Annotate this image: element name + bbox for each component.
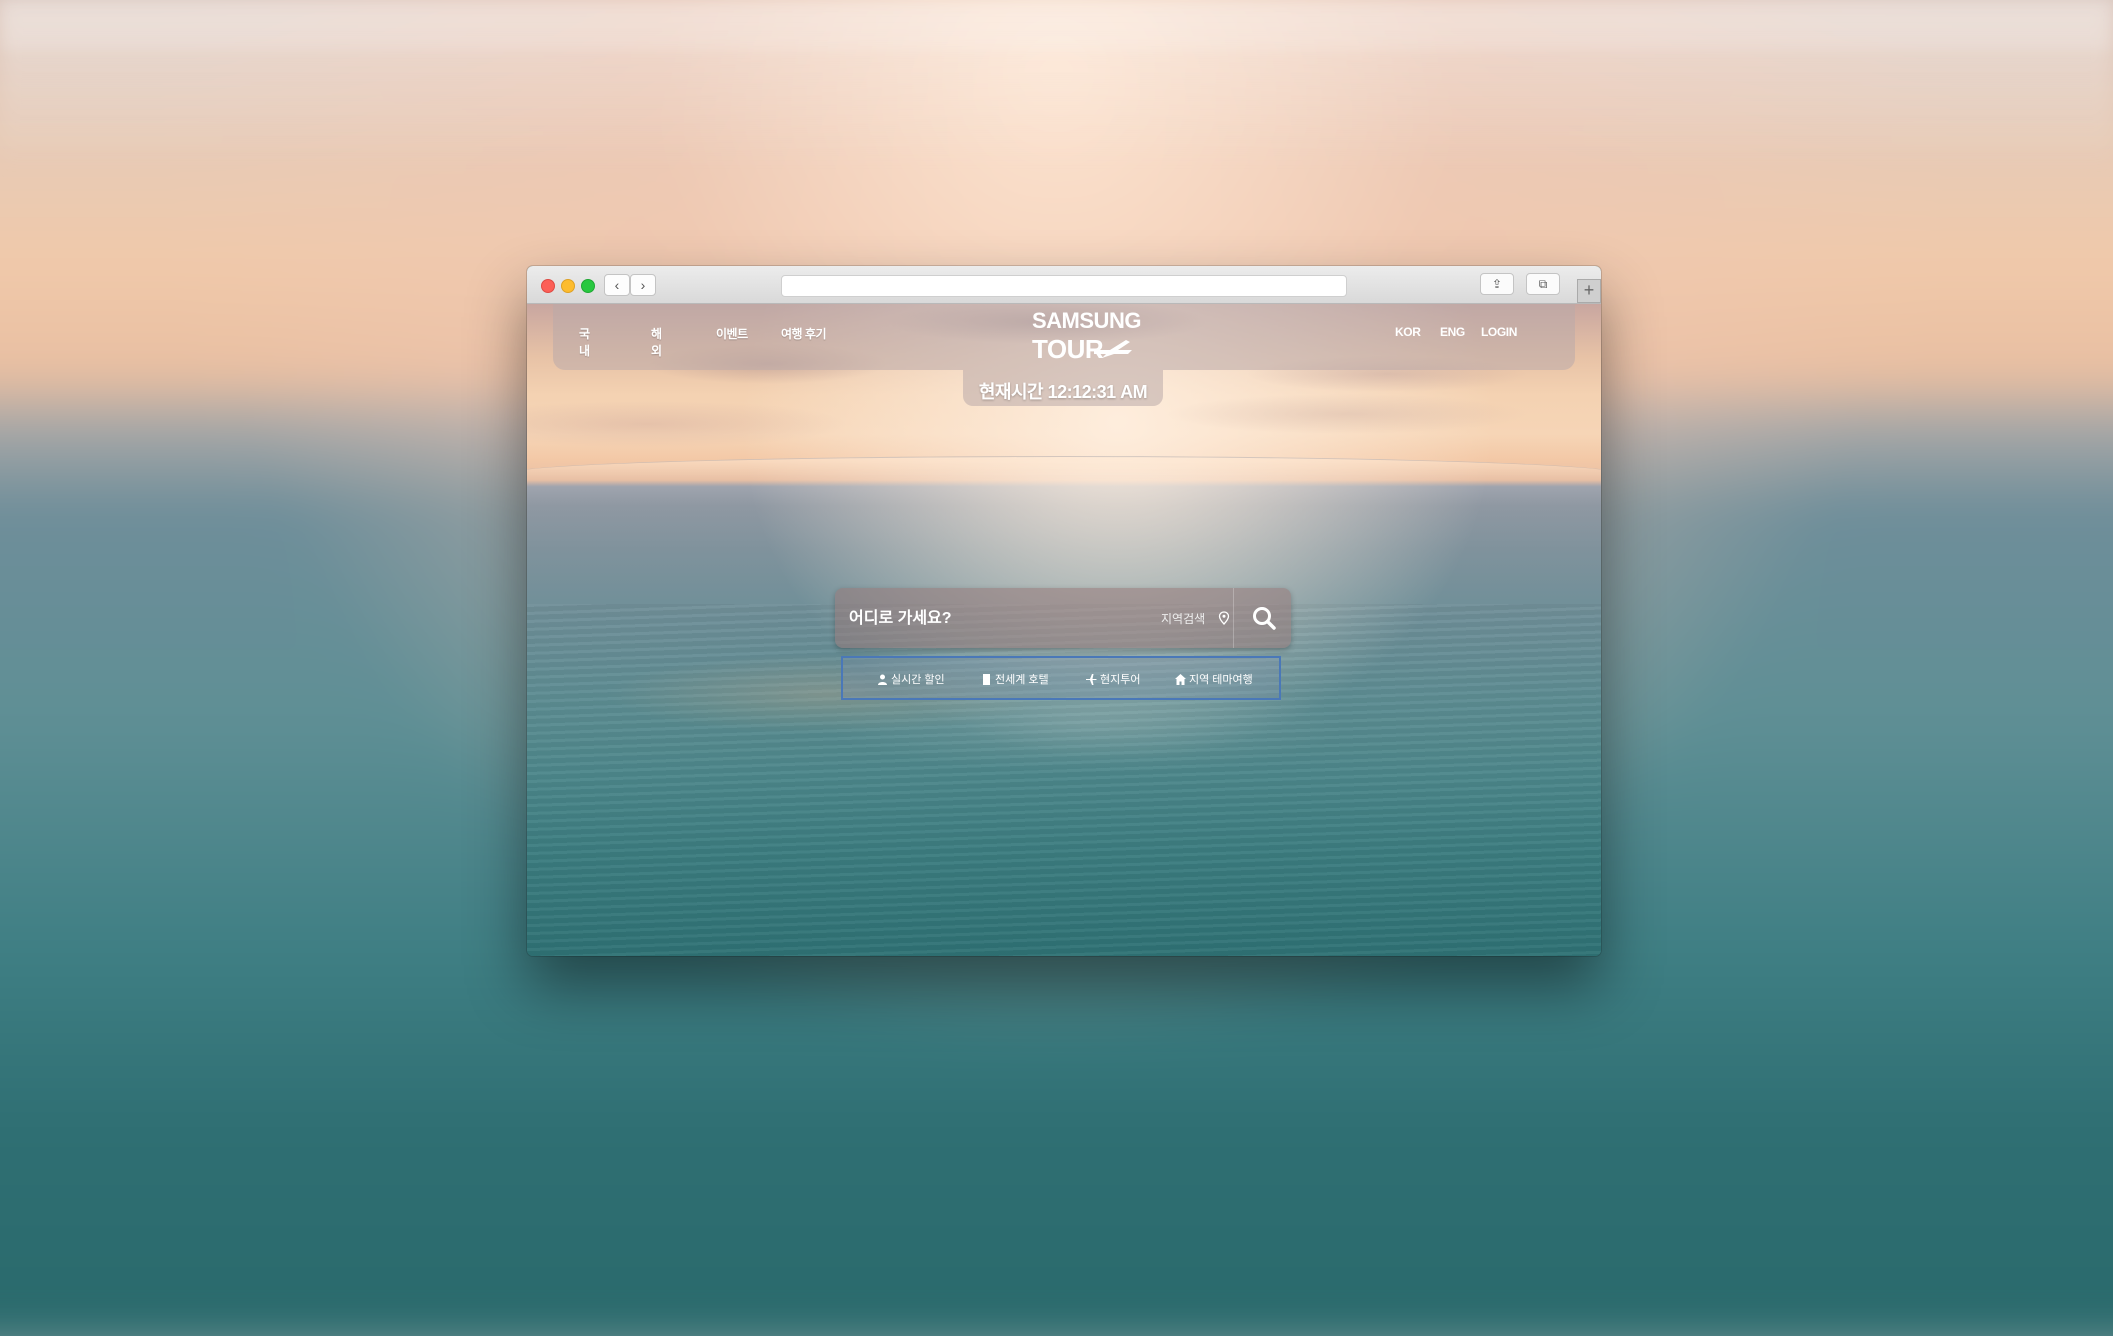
quick-link-label: 지역 테마여행 <box>1189 674 1253 686</box>
background-haze <box>0 0 2113 170</box>
quick-category-bar: 실시간 할인 전세계 호텔 현지투어 지역 테마여행 <box>841 656 1281 700</box>
lang-eng-link[interactable]: ENG <box>1440 325 1465 339</box>
maximize-window-button[interactable] <box>581 279 595 293</box>
building-icon <box>983 673 990 685</box>
quick-link-label: 실시간 할인 <box>891 674 945 686</box>
current-time-badge: 현재시간 12:12:31 AM <box>963 370 1163 406</box>
logo-text-samsung: SAMSUNG <box>1032 308 1141 333</box>
quick-link-local-tour[interactable]: 현지투어 <box>1086 671 1140 687</box>
region-search-label: 지역검색 <box>1161 612 1206 626</box>
sea-horizon <box>527 456 1601 481</box>
header-utility-nav: KOR ENG LOGIN <box>1395 325 1555 341</box>
plus-icon: + <box>1583 280 1595 300</box>
address-bar[interactable] <box>781 275 1347 297</box>
tabs-icon: ⧉ <box>1538 277 1548 291</box>
search-icon <box>1253 607 1276 630</box>
forward-button[interactable]: › <box>630 274 656 296</box>
share-button[interactable]: ⇪ <box>1480 273 1514 295</box>
new-tab-button[interactable]: + <box>1577 279 1601 303</box>
login-link[interactable]: LOGIN <box>1481 325 1517 339</box>
location-pin-icon <box>1218 611 1230 625</box>
lang-kor-link[interactable]: KOR <box>1395 325 1421 339</box>
chevron-left-icon: ‹ <box>614 277 620 293</box>
chevron-right-icon: › <box>640 277 646 293</box>
quick-link-world-hotels[interactable]: 전세계 호텔 <box>981 671 1049 687</box>
plane-logo-icon <box>1094 340 1132 358</box>
current-time-text: 현재시간 12:12:31 AM <box>978 382 1148 402</box>
browser-window: ‹ › ⇪ ⧉ + 국내 해외 이벤트 여행 후기 SAMSUNG TOUR K… <box>527 266 1601 956</box>
back-button[interactable]: ‹ <box>604 274 630 296</box>
share-icon: ⇪ <box>1491 277 1503 291</box>
close-window-button[interactable] <box>541 279 555 293</box>
nav-domestic[interactable]: 국내 <box>579 325 590 359</box>
browser-toolbar: ‹ › ⇪ ⧉ + <box>527 266 1601 304</box>
quick-link-label: 전세계 호텔 <box>995 674 1049 686</box>
region-search-button[interactable]: 지역검색 <box>1161 610 1241 626</box>
nav-travel-review[interactable]: 여행 후기 <box>781 325 851 342</box>
site-header: 국내 해외 이벤트 여행 후기 SAMSUNG TOUR KOR ENG LOG… <box>553 304 1575 370</box>
page-viewport: 국내 해외 이벤트 여행 후기 SAMSUNG TOUR KOR ENG LOG… <box>527 304 1601 956</box>
person-icon <box>878 674 887 685</box>
plane-icon <box>1086 673 1097 685</box>
nav-overseas[interactable]: 해외 <box>651 325 662 359</box>
show-tabs-button[interactable]: ⧉ <box>1526 273 1560 295</box>
quick-link-regional-theme-travel[interactable]: 지역 테마여행 <box>1175 671 1253 687</box>
quick-link-label: 현지투어 <box>1100 674 1141 686</box>
destination-search-box: 지역검색 <box>835 588 1291 648</box>
home-icon <box>1175 673 1186 685</box>
minimize-window-button[interactable] <box>561 279 575 293</box>
site-logo[interactable]: SAMSUNG TOUR <box>1032 308 1152 364</box>
nav-event[interactable]: 이벤트 <box>716 325 776 342</box>
destination-search-input[interactable] <box>847 602 1151 636</box>
quick-link-realtime-discount[interactable]: 실시간 할인 <box>877 671 945 687</box>
search-submit-button[interactable] <box>1233 588 1292 648</box>
